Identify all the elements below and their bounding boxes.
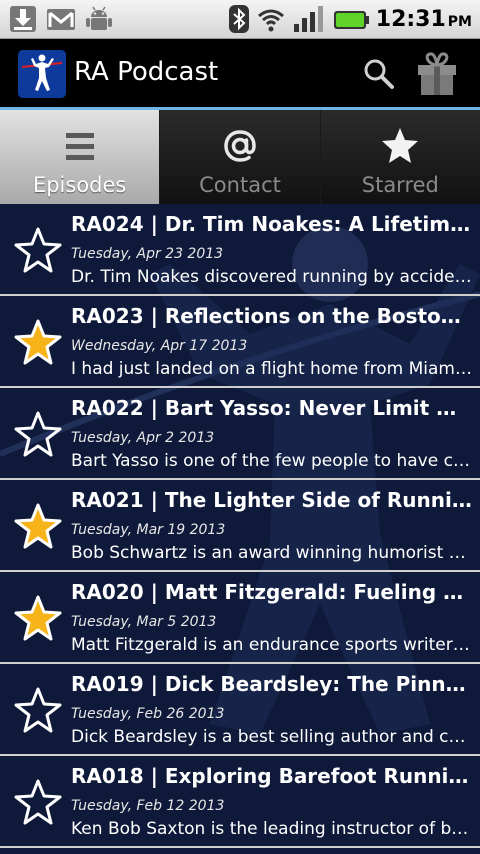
episode-description: Bart Yasso is one of the few people to h… xyxy=(71,451,475,471)
star-outline-icon[interactable] xyxy=(13,778,63,826)
gift-icon[interactable] xyxy=(414,49,460,97)
at-icon xyxy=(224,130,256,162)
list-item[interactable]: RA023 | Reflections on the Boston Marath… xyxy=(0,296,480,388)
episode-title: RA021 | The Lighter Side of Running with… xyxy=(71,488,475,512)
episode-date: Tuesday, Feb 12 2013 xyxy=(71,798,225,814)
list-item[interactable]: RA022 | Bart Yasso: Never Limit Where Ru… xyxy=(0,388,480,480)
tab-contact[interactable]: Contact xyxy=(160,110,321,204)
episode-description: Dr. Tim Noakes discovered running by acc… xyxy=(71,267,475,287)
star-outline-icon[interactable] xyxy=(13,226,63,274)
search-icon[interactable] xyxy=(362,57,396,91)
episode-description: Bob Schwartz is an award winning humoris… xyxy=(71,543,475,563)
star-outline-icon[interactable] xyxy=(13,686,63,734)
episode-description: Matt Fitzgerald is an endurance sports w… xyxy=(71,635,475,655)
list-item[interactable]: RA020 | Matt Fitzgerald: Fueling Your Ru… xyxy=(0,572,480,664)
episode-date: Tuesday, Apr 23 2013 xyxy=(71,246,224,262)
episode-date: Tuesday, Mar 5 2013 xyxy=(71,614,217,630)
star-icon xyxy=(382,128,419,163)
list-item[interactable]: RA019 | Dick Beardsley: The Pinnacle, Re… xyxy=(0,664,480,756)
app-logo xyxy=(18,50,66,98)
star-outline-icon[interactable] xyxy=(13,410,63,458)
episode-title: RA019 | Dick Beardsley: The Pinnacle, Re… xyxy=(71,672,475,696)
tab-starred[interactable]: Starred xyxy=(320,110,480,204)
status-clock: 12:31 PM xyxy=(375,6,472,32)
episode-description: I had just landed on a flight home from … xyxy=(71,359,475,379)
episode-title: RA023 | Reflections on the Boston Marath… xyxy=(71,304,475,328)
episode-description: Dick Beardsley is a best selling author … xyxy=(71,727,475,747)
star-filled-icon[interactable] xyxy=(13,318,63,366)
status-bar: 12:31 PM xyxy=(0,0,480,39)
tab-label: Episodes xyxy=(32,173,127,197)
action-bar: RA Podcast xyxy=(0,39,480,110)
episode-list[interactable]: RA024 | Dr. Tim Noakes: A Lifetime of Ru… xyxy=(0,204,480,854)
list-item[interactable]: RA024 | Dr. Tim Noakes: A Lifetime of Ru… xyxy=(0,204,480,296)
download-icon xyxy=(10,6,36,32)
signal-icon xyxy=(293,6,323,32)
episode-date: Tuesday, Mar 19 2013 xyxy=(71,522,226,538)
episode-date: Tuesday, Feb 26 2013 xyxy=(71,706,225,722)
list-icon xyxy=(65,133,94,160)
episode-description: Ken Bob Saxton is the leading instructor… xyxy=(71,819,475,839)
episode-date: Wednesday, Apr 17 2013 xyxy=(71,338,248,354)
tab-label: Starred xyxy=(361,173,439,197)
episode-title: RA022 | Bart Yasso: Never Limit Where Ru… xyxy=(71,396,475,420)
bluetooth-icon xyxy=(228,5,249,33)
episode-date: Tuesday, Apr 2 2013 xyxy=(71,430,215,446)
app-title: RA Podcast xyxy=(74,57,219,87)
episode-title: RA018 | Exploring Barefoot Running with … xyxy=(71,764,475,788)
gmail-icon xyxy=(47,9,75,30)
tab-episodes[interactable]: Episodes xyxy=(0,110,161,204)
list-item[interactable]: RA018 | Exploring Barefoot Running with … xyxy=(0,756,480,848)
list-item[interactable]: RA021 | The Lighter Side of Running with… xyxy=(0,480,480,572)
episode-title: RA020 | Matt Fitzgerald: Fueling Your Ru… xyxy=(71,580,475,604)
star-filled-icon[interactable] xyxy=(13,502,63,550)
android-icon xyxy=(86,6,112,30)
battery-icon xyxy=(333,11,369,29)
episode-title: RA024 | Dr. Tim Noakes: A Lifetime of Ru… xyxy=(71,212,475,236)
tab-bar: Episodes Contact Starred xyxy=(0,110,480,204)
tab-label: Contact xyxy=(199,173,281,197)
star-filled-icon[interactable] xyxy=(13,594,63,642)
wifi-icon xyxy=(257,9,284,32)
